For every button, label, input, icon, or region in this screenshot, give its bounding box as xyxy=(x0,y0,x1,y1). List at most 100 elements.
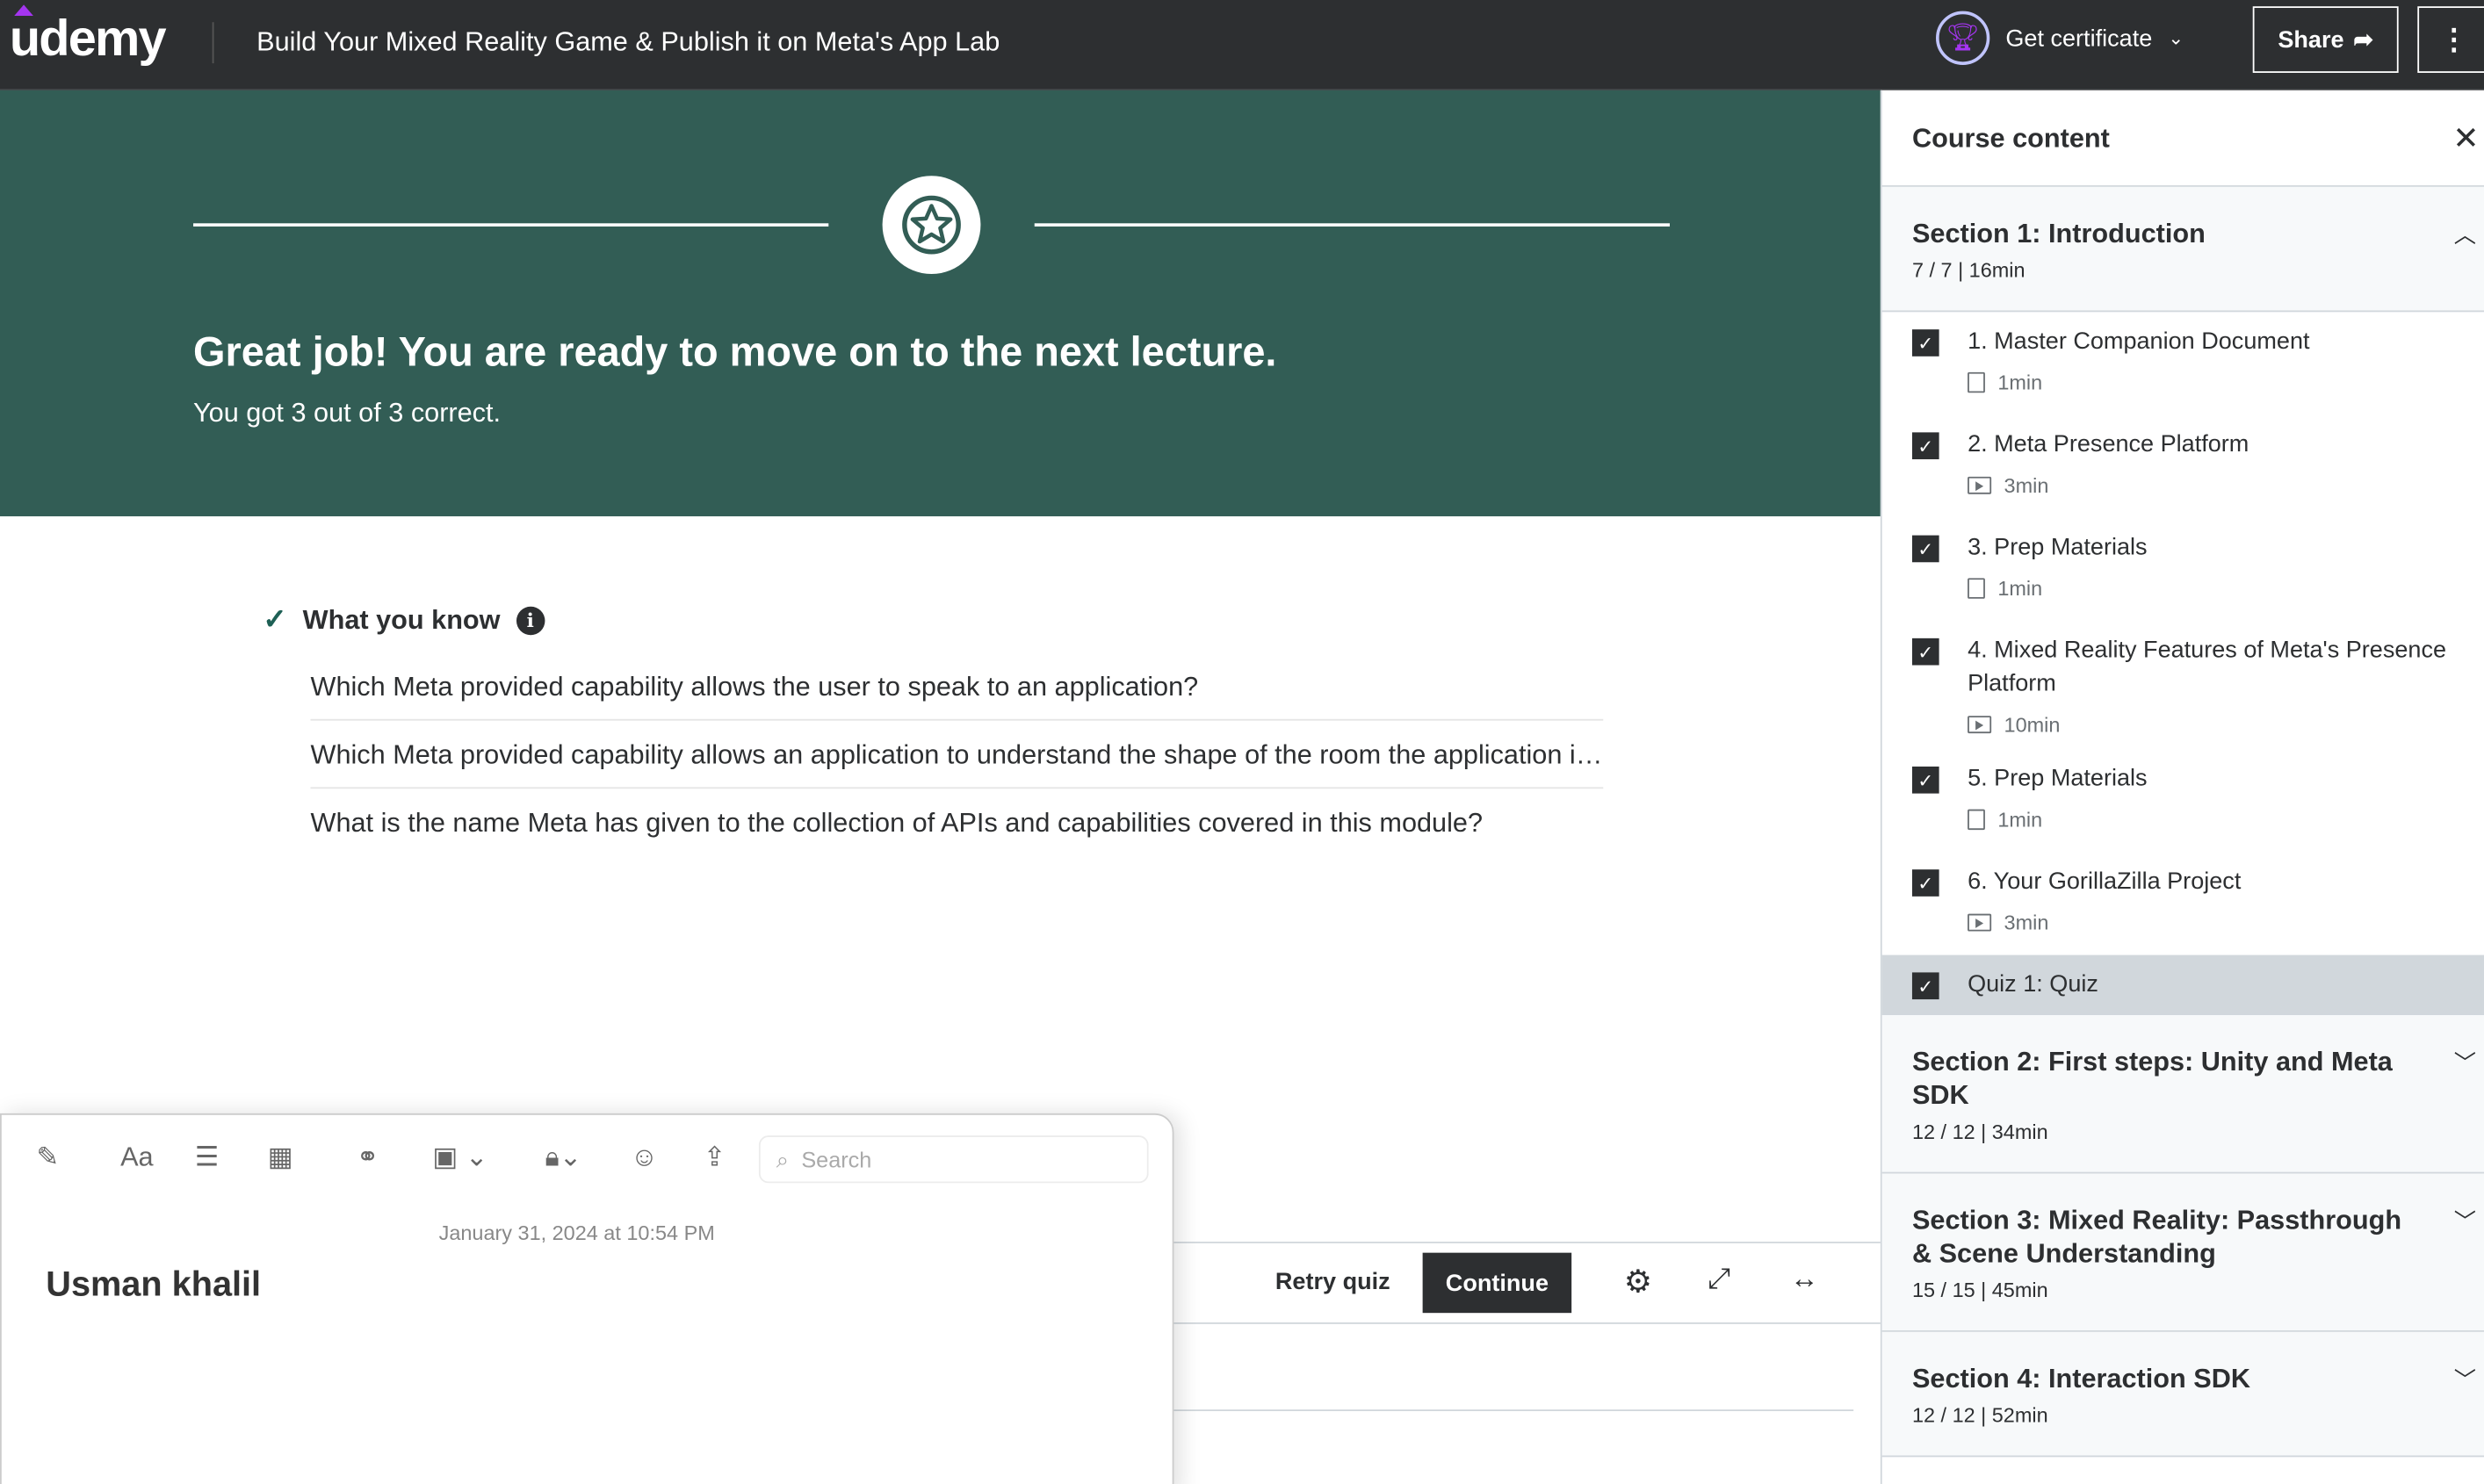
search-icon: ⌕ xyxy=(776,1145,789,1171)
lecture-meta: 3min xyxy=(1968,911,2470,934)
course-title[interactable]: Build Your Mixed Reality Game & Publish … xyxy=(256,27,1000,59)
section-title: Section 2: First steps: Unity and Meta S… xyxy=(1911,1047,2393,1111)
sidebar-header: Course content ✕ xyxy=(1881,90,2484,187)
question-item: What is the name Meta has given to the c… xyxy=(310,807,1484,839)
notes-search-input[interactable]: ⌕ Search xyxy=(758,1135,1149,1184)
lecture-title: 3. Prep Materials xyxy=(1968,533,2148,561)
share-button[interactable]: Share ➦ xyxy=(2252,6,2399,73)
checkbox-checked[interactable]: ✓ xyxy=(1911,329,1939,357)
fullscreen-icon[interactable]: ⤢ xyxy=(1708,1262,1730,1295)
star-icon xyxy=(882,176,981,275)
section-meta: 7 / 7 | 16min xyxy=(1911,257,2025,283)
lecture-title: 4. Mixed Reality Features of Meta's Pres… xyxy=(1968,637,2447,697)
more-options-button[interactable]: ⋮ xyxy=(2417,6,2484,73)
lecture-duration: 1min xyxy=(1997,807,2043,832)
collaborate-icon[interactable]: ⚭ xyxy=(357,1142,379,1173)
gear-icon[interactable]: ⚙ xyxy=(1624,1262,1652,1301)
document-icon xyxy=(1968,371,1985,393)
search-placeholder: Search xyxy=(801,1146,872,1172)
expand-width-icon[interactable]: ↔ xyxy=(1790,1262,1818,1295)
quiz-footer: Retry quiz Continue ⚙ ⤢ ↔ xyxy=(1172,1242,1882,1324)
lecture-title: 5. Prep Materials xyxy=(1968,765,2148,792)
lecture-meta: 1min xyxy=(1968,808,2470,832)
section-header[interactable]: Section 2: First steps: Unity and Meta S… xyxy=(1881,1015,2484,1174)
notes-window: ✎ Aa ☰ ▦ ⚭ ▣ ⌄ 🔒︎⌄ ☺ ⇪ ⌕ Search January 3… xyxy=(0,1113,1174,1484)
compose-icon[interactable]: ✎ xyxy=(36,1142,59,1173)
lecture-meta: 1min xyxy=(1968,371,2470,394)
lecture-item[interactable]: ✓ 1. Master Companion Document 1min xyxy=(1882,312,2484,414)
checkbox-checked[interactable]: ✓ xyxy=(1911,638,1939,666)
section-meta: 12 / 12 | 34min xyxy=(1911,1120,2048,1144)
section-header[interactable]: Section 3: Mixed Reality: Passthrough & … xyxy=(1881,1173,2484,1332)
section-header[interactable]: Section 4: Interaction SDK 12 / 12 | 52mi… xyxy=(1881,1331,2484,1458)
checkbox-checked[interactable]: ✓ xyxy=(1911,972,1939,1000)
section-meta: 15 / 15 | 45min xyxy=(1911,1278,2048,1302)
what-you-know-heading: ✓ What you know i xyxy=(263,603,545,637)
continue-button[interactable]: Continue xyxy=(1422,1252,1572,1314)
section-title: Section 3: Mixed Reality: Passthrough & … xyxy=(1911,1205,2402,1269)
share-people-icon[interactable]: ☺ xyxy=(631,1142,658,1173)
lecture-meta: 3min xyxy=(1968,473,2470,497)
lecture-duration: 1min xyxy=(1997,371,2043,395)
chevron-down-icon: ﹀ xyxy=(2453,1366,2477,1393)
lecture-duration: 1min xyxy=(1997,576,2043,601)
table-icon[interactable]: ▦ xyxy=(268,1142,293,1173)
chevron-up-icon: ︿ xyxy=(2453,221,2477,248)
section-header[interactable]: Section 1: Introduction 7 / 7 | 16min ︿ xyxy=(1881,186,2484,313)
export-icon[interactable]: ⇪ xyxy=(704,1142,726,1173)
video-icon xyxy=(1968,716,1992,734)
document-icon xyxy=(1968,578,1985,599)
chevron-down-icon: ﹀ xyxy=(2453,1208,2477,1235)
question-item: Which Meta provided capability allows an… xyxy=(310,739,1604,789)
lock-icon[interactable]: 🔒︎⌄ xyxy=(545,1142,581,1173)
checkbox-checked[interactable]: ✓ xyxy=(1911,766,1939,794)
trophy-icon: 🏆︎ xyxy=(1935,11,1990,65)
note-date: January 31, 2024 at 10:54 PM xyxy=(438,1221,715,1245)
section-meta: 12 / 12 | 52min xyxy=(1911,1402,2048,1428)
retry-quiz-button[interactable]: Retry quiz xyxy=(1275,1269,1390,1296)
video-icon xyxy=(1968,476,1992,494)
top-bar: udemy Build Your Mixed Reality Game & Pu… xyxy=(0,0,2484,90)
lecture-duration: 3min xyxy=(2004,473,2049,498)
get-certificate-button[interactable]: 🏆︎ Get certificate ⌄ xyxy=(1935,11,2184,65)
lecture-item[interactable]: ✓ 5. Prep Materials 1min xyxy=(1882,749,2484,852)
media-icon[interactable]: ▣ ⌄ xyxy=(432,1142,487,1173)
close-icon[interactable]: ✕ xyxy=(2452,119,2479,158)
note-title[interactable]: Usman khalil xyxy=(46,1264,261,1305)
result-heading: Great job! You are ready to move on to t… xyxy=(193,328,1277,376)
lecture-duration: 3min xyxy=(2004,911,2049,935)
checkbox-checked[interactable]: ✓ xyxy=(1911,869,1939,897)
lecture-title: Quiz 1: Quiz xyxy=(1968,970,2098,998)
quiz-result-banner: Great job! You are ready to move on to t… xyxy=(0,90,1881,516)
course-content-sidebar: Course content ✕ Section 1: Introduction 7… xyxy=(1880,90,2484,1484)
lecture-meta: 10min xyxy=(1968,713,2470,737)
lecture-item[interactable]: ✓ 2. Meta Presence Platform 3min xyxy=(1882,415,2484,518)
lecture-item[interactable]: ✓ 3. Prep Materials 1min xyxy=(1882,518,2484,621)
video-icon xyxy=(1968,913,1992,932)
lecture-item[interactable]: ✓ 4. Mixed Reality Features of Meta's Pre… xyxy=(1882,621,2484,749)
divider xyxy=(193,223,829,227)
what-you-know-label: What you know xyxy=(302,604,501,635)
section-title: Section 4: Interaction SDK xyxy=(1911,1363,2250,1394)
checkbox-checked[interactable]: ✓ xyxy=(1911,432,1939,460)
lecture-duration: 10min xyxy=(2004,712,2061,737)
divider xyxy=(212,22,214,64)
checkbox-checked[interactable]: ✓ xyxy=(1911,535,1939,563)
section-title: Section 1: Introduction xyxy=(1911,218,2206,249)
checklist-icon[interactable]: ☰ xyxy=(195,1142,220,1173)
lecture-meta: 1min xyxy=(1968,577,2470,601)
divider xyxy=(1034,223,1670,227)
udemy-logo[interactable]: udemy xyxy=(10,4,167,68)
share-arrow-icon: ➦ xyxy=(2353,26,2374,54)
format-text-icon[interactable]: Aa xyxy=(120,1142,154,1173)
certificate-label: Get certificate xyxy=(2005,24,2153,52)
chevron-down-icon: ﹀ xyxy=(2453,1049,2477,1076)
info-icon[interactable]: i xyxy=(516,605,545,635)
chevron-down-icon: ⌄ xyxy=(2168,26,2184,49)
lecture-item[interactable]: ✓ Quiz 1: Quiz xyxy=(1881,955,2484,1016)
lecture-item[interactable]: ✓ 6. Your GorillaZilla Project 3min xyxy=(1882,852,2484,955)
result-score: You got 3 out of 3 correct. xyxy=(193,397,502,428)
question-item: Which Meta provided capability allows th… xyxy=(310,672,1604,721)
document-icon xyxy=(1968,809,1985,831)
lecture-title: 1. Master Companion Document xyxy=(1968,328,2310,356)
